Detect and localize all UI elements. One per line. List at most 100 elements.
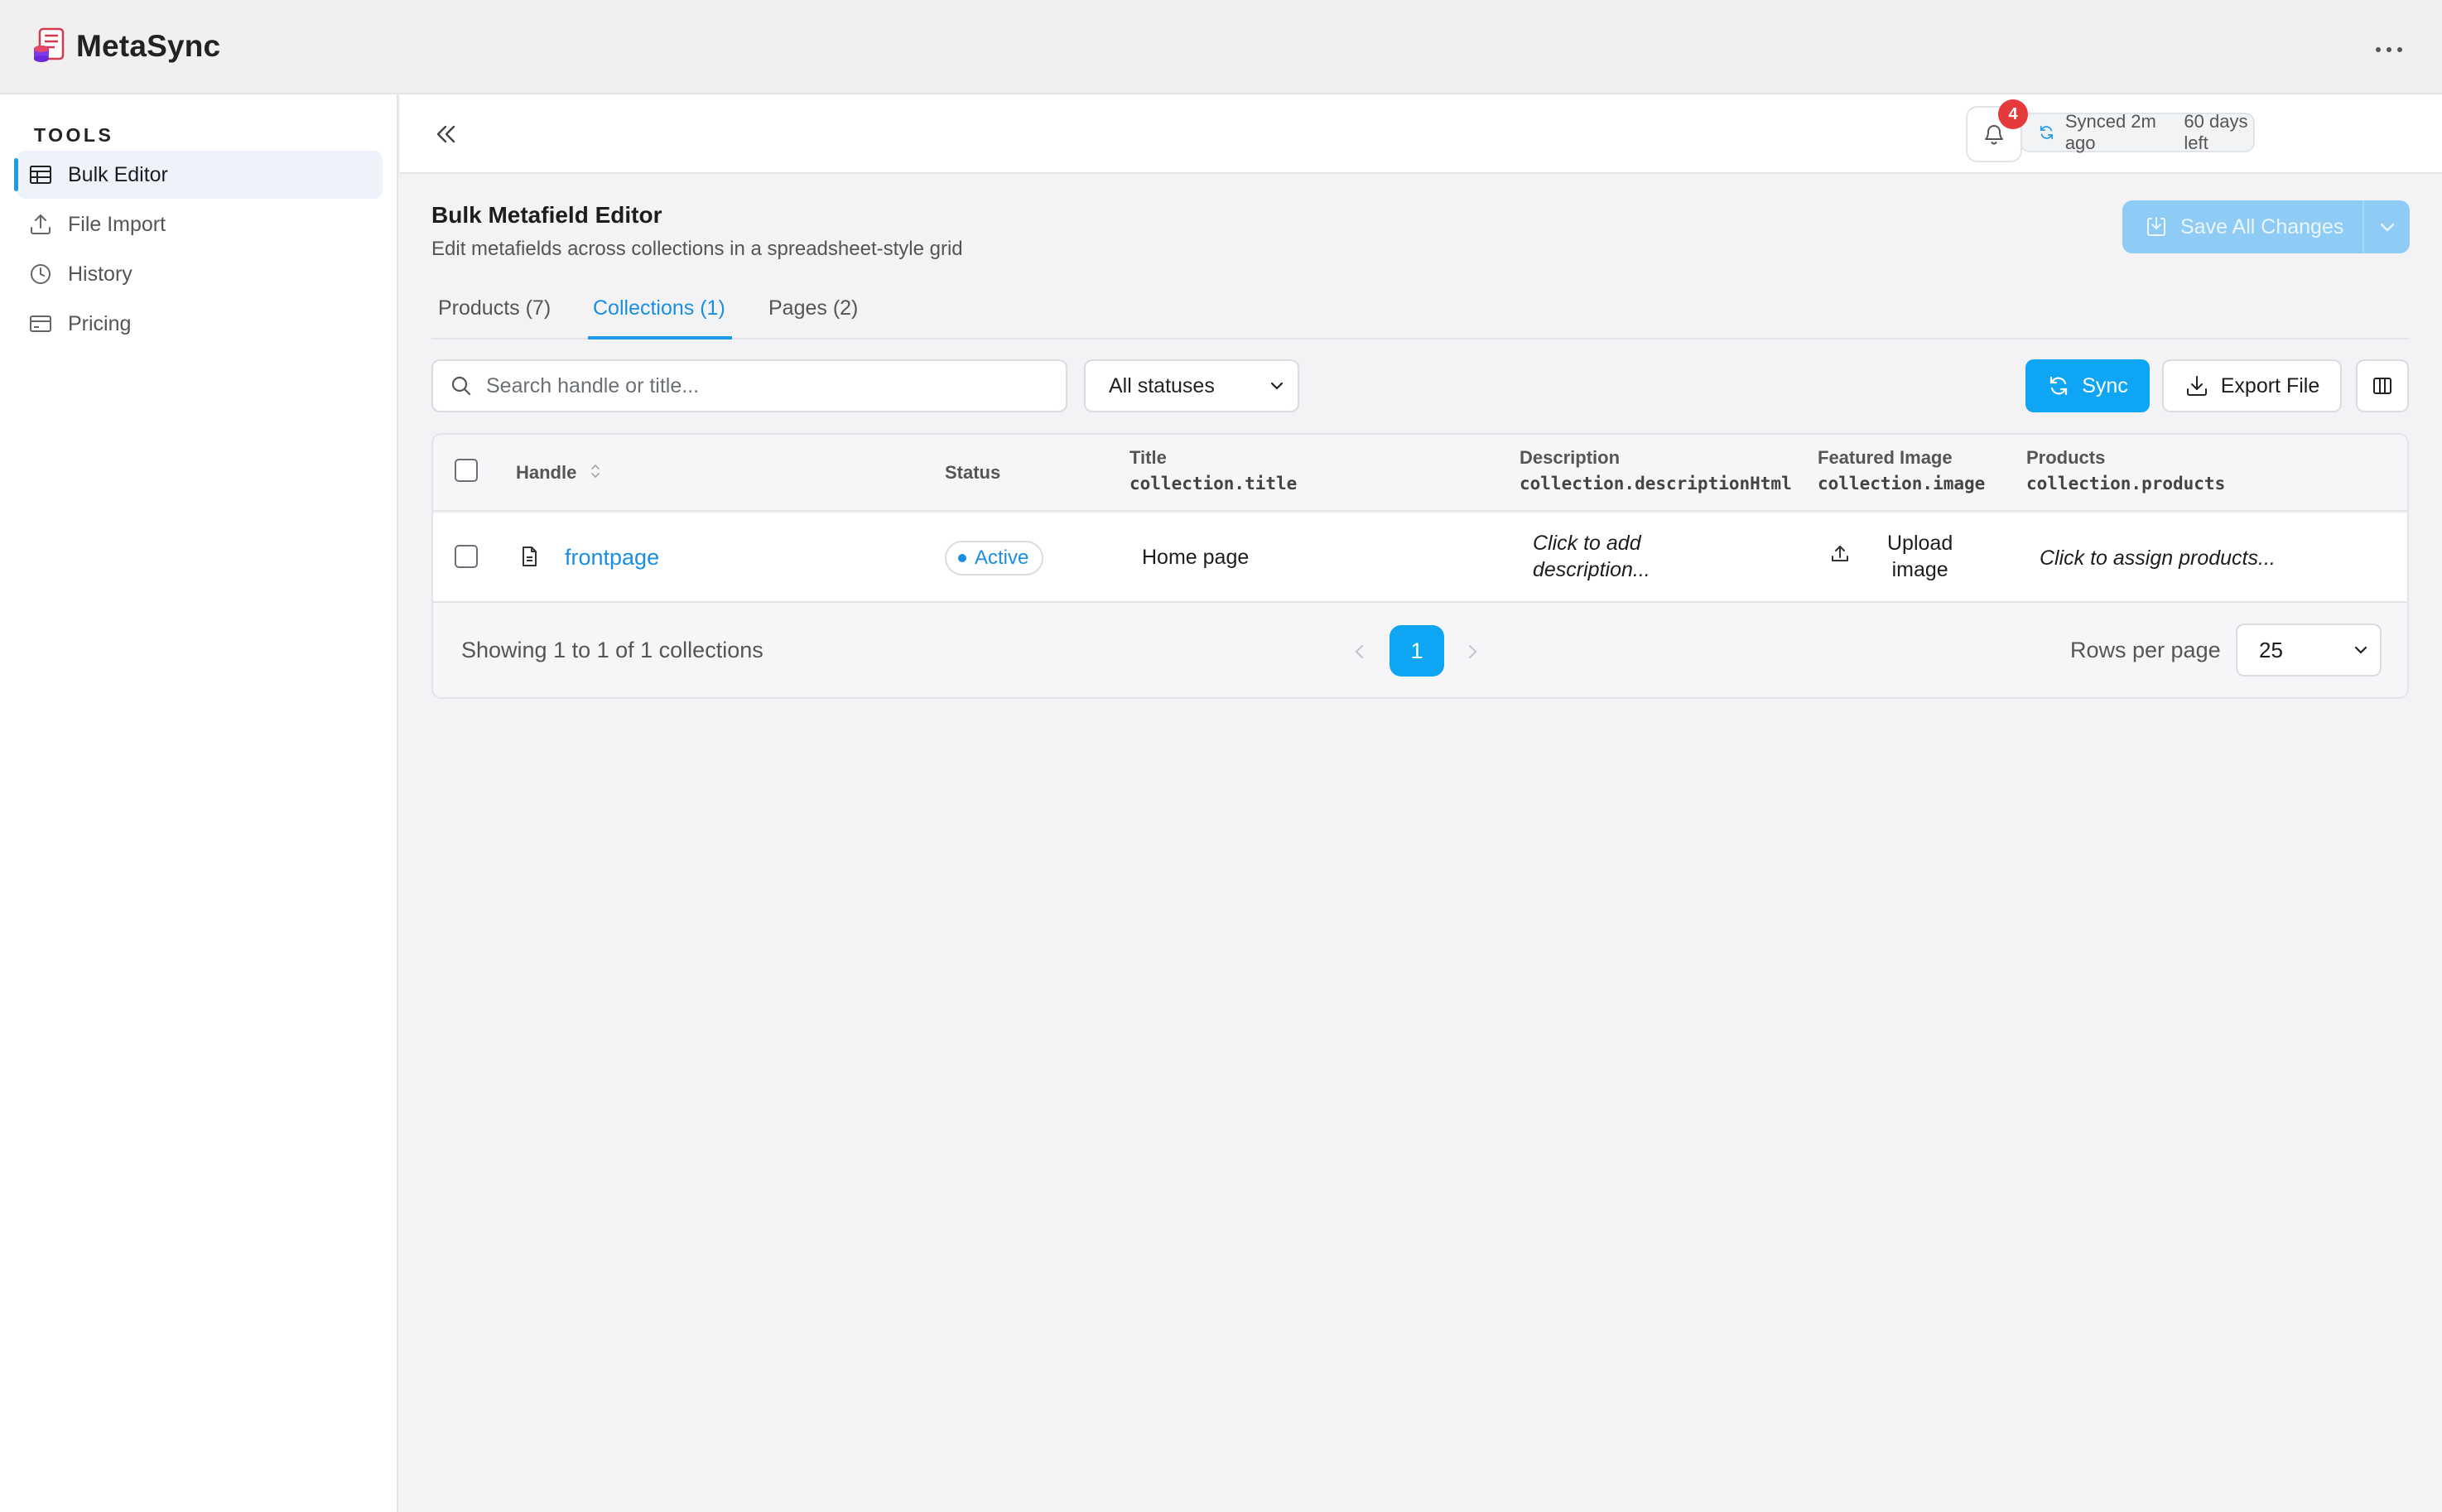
tab-products[interactable]: Products (7) — [438, 291, 551, 339]
column-label: Description — [1520, 447, 1621, 468]
select-all-checkbox[interactable] — [455, 459, 478, 482]
column-field-key: collection.products — [2026, 474, 2226, 494]
tab-collections[interactable]: Collections (1) — [588, 291, 732, 339]
collapse-sidebar-button[interactable] — [431, 119, 461, 149]
save-all-changes-button[interactable]: Save All Changes — [2122, 200, 2363, 253]
sort-icon[interactable] — [588, 462, 603, 485]
collections-table: Handle Status Title collection.title Des… — [431, 433, 2409, 699]
pagination-bar: Showing 1 to 1 of 1 collections 1 Rows p… — [433, 604, 2407, 697]
upload-image-cell[interactable]: Upload image — [1829, 530, 1953, 583]
upload-icon — [28, 212, 53, 237]
upload-image-label: Upload image — [1887, 530, 1953, 583]
sync-button[interactable]: Sync — [2025, 359, 2150, 412]
previous-page-button[interactable] — [1347, 639, 1372, 664]
logo-icon — [31, 26, 70, 68]
sidebar-section-label: TOOLS — [34, 124, 114, 146]
search-input[interactable] — [486, 373, 1024, 398]
rows-per-page-label: Rows per page — [2070, 638, 2221, 662]
refresh-icon — [2040, 125, 2053, 140]
app-title: MetaSync — [76, 29, 221, 63]
next-page-button[interactable] — [1460, 639, 1485, 664]
rows-per-page-select[interactable]: 25 — [2236, 624, 2382, 677]
upload-label-line: image — [1891, 558, 1948, 581]
search-field[interactable] — [431, 359, 1067, 412]
download-icon — [2186, 376, 2207, 396]
row-checkbox[interactable] — [455, 545, 478, 568]
clock-icon — [28, 262, 53, 287]
upload-icon — [1829, 543, 1851, 571]
sidebar-item-history[interactable]: History — [17, 250, 383, 298]
handle-link[interactable]: frontpage — [565, 545, 659, 571]
sync-status-text: Synced 2m ago — [2064, 111, 2156, 153]
table-row: frontpage Active Home page Click to add … — [433, 513, 2407, 603]
column-label: Products — [2026, 447, 2106, 468]
export-label: Export File — [2220, 373, 2320, 397]
sidebar-item-bulk-editor[interactable]: Bulk Editor — [14, 151, 383, 199]
dot — [2397, 47, 2402, 52]
column-header-description: Description collection.descriptionHtml — [1520, 447, 1792, 494]
column-field-key: collection.image — [1818, 474, 1986, 494]
chevron-down-icon — [2354, 646, 2367, 654]
chevrons-left-icon — [436, 125, 455, 143]
sidebar-item-file-import[interactable]: File Import — [17, 200, 383, 248]
column-header-products: Products collection.products — [2026, 447, 2225, 494]
status-badge: Active — [945, 541, 1044, 575]
column-label: Featured Image — [1818, 447, 1953, 468]
column-header-title: Title collection.title — [1129, 447, 1297, 494]
export-file-button[interactable]: Export File — [2162, 359, 2342, 412]
search-icon — [451, 376, 471, 396]
notification-count-badge: 4 — [1998, 99, 2028, 129]
app-logo: MetaSync — [31, 26, 220, 68]
dot — [2376, 47, 2381, 52]
status-dot — [958, 554, 966, 562]
description-placeholder-line: description... — [1533, 558, 1650, 581]
save-all-button-group: Save All Changes — [2122, 200, 2410, 253]
column-header-handle[interactable]: Handle — [516, 462, 603, 485]
save-all-label: Save All Changes — [2180, 214, 2344, 238]
column-label: Title — [1129, 447, 1167, 468]
document-icon — [518, 545, 541, 574]
content-header: Synced 2m ago 60 days left 4 — [400, 94, 2442, 174]
sidebar-item-pricing[interactable]: Pricing — [17, 300, 383, 348]
pagination-summary: Showing 1 to 1 of 1 collections — [461, 638, 763, 662]
table-header: Handle Status Title collection.title Des… — [433, 435, 2407, 512]
sidebar: TOOLS Bulk Editor File Import History Pr… — [0, 94, 398, 1512]
save-options-dropdown[interactable] — [2364, 216, 2410, 238]
status-filter-value: All statuses — [1109, 373, 1215, 397]
sidebar-item-label: File Import — [68, 212, 166, 236]
save-icon — [2147, 217, 2165, 236]
upload-label-line: Upload — [1887, 532, 1953, 555]
top-bar: MetaSync — [0, 0, 2442, 94]
column-header-status: Status — [945, 462, 1001, 483]
columns-icon — [2373, 378, 2391, 394]
trial-days-left: 60 days left — [2184, 111, 2248, 153]
column-header-featured-image: Featured Image collection.image — [1818, 447, 1985, 494]
credit-card-icon — [28, 311, 53, 336]
status-filter-select[interactable]: All statuses — [1084, 359, 1299, 412]
sidebar-item-label: Bulk Editor — [68, 162, 168, 186]
column-field-key: collection.title — [1129, 474, 1298, 494]
chevron-down-icon — [1270, 382, 1284, 390]
description-cell[interactable]: Click to add description... — [1533, 530, 1650, 583]
chevron-left-icon — [1355, 644, 1364, 659]
entity-tabs: Products (7) Collections (1) Pages (2) — [431, 291, 2409, 339]
table-icon — [28, 162, 53, 187]
page-subtitle: Edit metafields across collections in a … — [431, 238, 963, 260]
status-text: Active — [975, 547, 1029, 569]
description-placeholder-line: Click to add — [1533, 532, 1641, 555]
column-field-key: collection.descriptionHtml — [1520, 474, 1792, 494]
sidebar-item-label: Pricing — [68, 311, 132, 335]
sync-status-pill: Synced 2m ago 60 days left — [2020, 111, 2255, 153]
page-button-current[interactable]: 1 — [1390, 625, 1444, 677]
title-cell[interactable]: Home page — [1142, 546, 1249, 570]
dot — [2387, 47, 2391, 52]
tab-pages[interactable]: Pages (2) — [768, 291, 858, 339]
column-label: Handle — [516, 462, 577, 483]
toggle-columns-button[interactable] — [2356, 359, 2409, 412]
rows-per-page-value: 25 — [2259, 637, 2283, 662]
page-title: Bulk Metafield Editor — [431, 202, 662, 228]
sync-label: Sync — [2082, 373, 2128, 397]
products-cell[interactable]: Click to assign products... — [2040, 545, 2276, 571]
sidebar-item-label: History — [68, 262, 132, 286]
more-options-button[interactable] — [2372, 33, 2406, 66]
